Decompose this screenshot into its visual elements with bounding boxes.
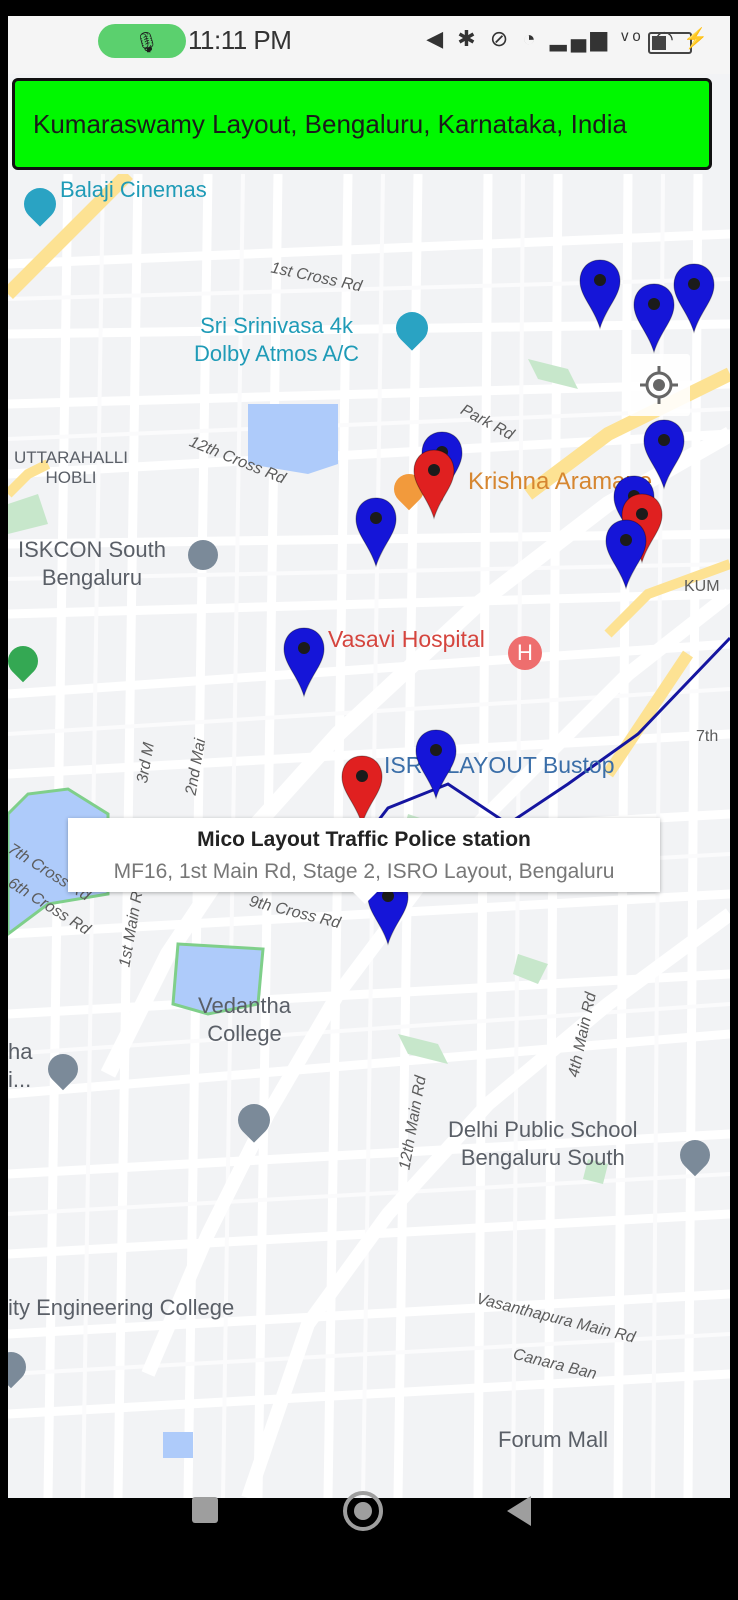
- crosshair-icon: [640, 366, 678, 404]
- status-time: 11:11 PM: [188, 25, 292, 55]
- triangle-back-icon[interactable]: [507, 1496, 531, 1526]
- blue-marker-pin[interactable]: [414, 728, 458, 800]
- info-window-title: Mico Layout Traffic Police station: [197, 828, 531, 851]
- label-iskcon-south: ISKCON South Bengaluru: [18, 537, 166, 590]
- blue-marker-pin[interactable]: [282, 626, 326, 698]
- blue-marker-pin[interactable]: [354, 496, 398, 568]
- address-text: Kumaraswamy Layout, Bengaluru, Karnataka…: [33, 109, 628, 139]
- hospital-icon[interactable]: H: [508, 636, 542, 670]
- red-marker-pin[interactable]: [412, 448, 456, 520]
- label-kum: KUM: [684, 578, 720, 595]
- label-balaji-cinemas: Balaji Cinemas: [60, 177, 207, 202]
- mic-indicator[interactable]: 🎙: [98, 24, 186, 58]
- label-uttarahalli-hobli: UTTARAHALLI HOBLI: [14, 448, 128, 487]
- blue-marker-pin[interactable]: [604, 518, 648, 590]
- status-bar: 🎙 11:11 PM ◀ ✱ ⊘ ◔ ▂▄▆ ᵛᵒ ◠ ⚡: [8, 16, 730, 74]
- charging-icon: ⚡: [683, 28, 708, 50]
- info-window-subtitle: MF16, 1st Main Rd, Stage 2, ISRO Layout,…: [113, 860, 615, 883]
- map-view[interactable]: Balaji Cinemas 1st Cross Rd Sri Srinivas…: [8, 174, 730, 1498]
- label-sri-srinivasa: Sri Srinivasa 4k Dolby Atmos A/C: [194, 313, 360, 366]
- label-vedantha-college: Vedantha College: [198, 993, 291, 1046]
- label-7th: 7th: [696, 728, 719, 745]
- label-delhi-public-school: Delhi Public School Bengaluru South: [448, 1117, 638, 1170]
- blue-marker-pin[interactable]: [578, 258, 622, 330]
- label-forum-mall: Forum Mall: [498, 1427, 609, 1452]
- circle-icon[interactable]: [343, 1491, 383, 1531]
- blue-marker-pin[interactable]: [672, 262, 716, 334]
- marker-info-window[interactable]: Mico Layout Traffic Police station MF16,…: [68, 818, 660, 904]
- temple-icon[interactable]: [188, 540, 218, 570]
- mic-icon: 🎙: [134, 32, 160, 54]
- phone-screen: 🎙 11:11 PM ◀ ✱ ⊘ ◔ ▂▄▆ ᵛᵒ ◠ ⚡ Kumaraswam…: [8, 16, 730, 1498]
- red-marker-pin[interactable]: [340, 754, 384, 826]
- blue-marker-pin[interactable]: [632, 282, 676, 354]
- my-location-button[interactable]: [628, 354, 690, 416]
- label-ha: ha i...: [8, 1039, 33, 1092]
- address-banner: Kumaraswamy Layout, Bengaluru, Karnataka…: [12, 78, 712, 170]
- label-engineering-college: ity Engineering College: [8, 1295, 235, 1320]
- square-icon[interactable]: [192, 1497, 218, 1523]
- label-vasavi-hospital: Vasavi Hospital: [328, 626, 485, 652]
- status-icons: ◀ ✱ ⊘ ◔ ▂▄▆ ᵛᵒ ◠: [426, 26, 678, 51]
